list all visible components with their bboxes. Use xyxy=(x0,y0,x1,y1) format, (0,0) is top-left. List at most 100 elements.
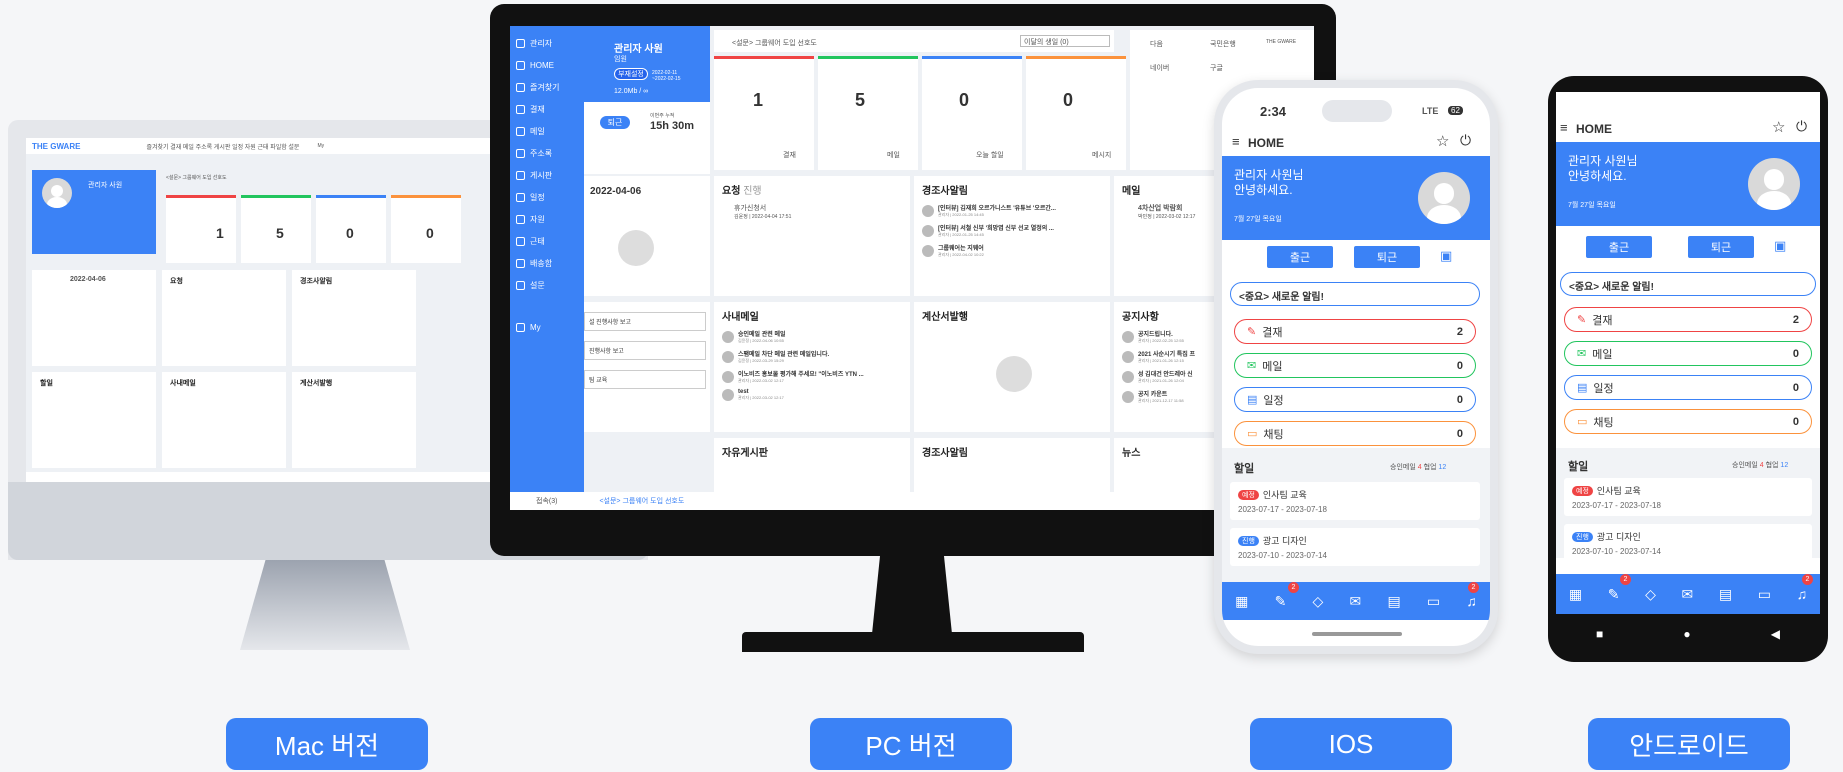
android-task-card[interactable]: 예정 인사팀 교육 2023-07-17 - 2023-07-18 xyxy=(1564,478,1812,516)
todo-item[interactable]: 팀 교육 xyxy=(584,370,706,389)
mac-menu[interactable]: 즐겨찾기 결재 메일 주소록 게시판 일정 자원 근태 파일함 설문 xyxy=(146,142,299,151)
android-item-text: 일정 xyxy=(1593,382,1614,395)
android-checkout-button[interactable]: 퇴근 xyxy=(1688,236,1754,258)
android-item-0[interactable]: ✎ 결재 2 xyxy=(1564,307,1812,332)
android-home-icon[interactable]: ● xyxy=(1683,627,1690,641)
pc-request-item[interactable]: 휴가신청서 xyxy=(734,203,910,213)
pc-status-button[interactable]: 부재설정 xyxy=(614,68,648,80)
ios-calendar-icon[interactable]: ▣ xyxy=(1440,248,1452,264)
list-item-title: 승인메일 관련 메일 xyxy=(738,332,786,338)
ios-item-0[interactable]: ✎ 결재 2 xyxy=(1234,319,1476,344)
sidebar-item-3[interactable]: 결재 xyxy=(510,98,584,120)
ios-nav-mail-icon[interactable]: ✉ xyxy=(1350,593,1362,610)
android-menu-icon[interactable]: ≡ xyxy=(1560,120,1568,135)
ios-menu-icon[interactable]: ≡ xyxy=(1232,134,1240,149)
android-nav-calendar-icon[interactable]: ▤ xyxy=(1719,586,1732,603)
android-item-3[interactable]: ▭ 채팅 0 xyxy=(1564,409,1812,434)
sidebar-item-6[interactable]: 게시판 xyxy=(510,164,584,186)
android-item-1[interactable]: ✉ 메일 0 xyxy=(1564,341,1812,366)
sidebar-item-8[interactable]: 자원 xyxy=(510,208,584,230)
ios-item-3[interactable]: ▭ 채팅 0 xyxy=(1234,421,1476,446)
pc-work-button[interactable]: 퇴근 xyxy=(600,116,630,129)
ios-nav-chat-icon[interactable]: ▭ xyxy=(1427,593,1440,610)
pc-link-naver[interactable]: 네이버 xyxy=(1150,63,1169,73)
ios-star-icon[interactable]: ☆ xyxy=(1436,132,1449,150)
list-item[interactable]: [인터뷰] 김재희 오르가니스트 '유튜브 '오르간... 관리자 | 2022-… xyxy=(922,203,1102,218)
android-nav-bell-icon[interactable]: ♫ xyxy=(1797,586,1808,602)
list-item[interactable]: 그룹웨어는 지웨어 관리자 | 2022-04-02 10:22 xyxy=(922,243,1102,258)
ios-notice-bar[interactable]: <중요> 새로운 알림! xyxy=(1230,282,1480,306)
ios-item-2[interactable]: ▤ 일정 0 xyxy=(1234,387,1476,412)
ios-version-button[interactable]: IOS xyxy=(1250,718,1452,770)
list-item[interactable]: 승인메일 관련 메일 김윤정 | 2022-04-06 10:55 xyxy=(722,329,902,344)
android-task-card[interactable]: 진행 광고 디자인 2023-07-10 - 2023-07-14 xyxy=(1564,524,1812,562)
android-checkin-button[interactable]: 출근 xyxy=(1586,236,1652,258)
sidebar-item-11[interactable]: 설문 xyxy=(510,274,584,296)
mac-invoice-title: 계산서발행 xyxy=(300,380,333,387)
mac-my[interactable]: My xyxy=(317,143,324,149)
pc-tab-progress[interactable]: 진행 xyxy=(743,186,761,197)
pc-count-approval[interactable] xyxy=(714,56,814,170)
ios-task-card[interactable]: 진행 광고 디자인 2023-07-10 - 2023-07-14 xyxy=(1230,528,1480,566)
android-recent-icon[interactable]: ■ xyxy=(1596,627,1603,641)
list-item[interactable]: 스팸메일 차단 메일 관련 메일입니다. 김윤정 | 2022-03-29 15:… xyxy=(722,349,902,364)
ios-nav-approval-icon[interactable]: ✎ xyxy=(1275,593,1287,610)
sidebar-item-2[interactable]: 즐겨찾기 xyxy=(510,76,584,98)
sidebar-item-12[interactable]: My xyxy=(510,316,584,338)
ios-nav-home-icon[interactable]: ▦ xyxy=(1235,593,1248,610)
todo-item[interactable]: 설 진행사항 보고 xyxy=(584,312,706,331)
pc-link-google[interactable]: 구글 xyxy=(1210,63,1223,73)
mac-notice[interactable]: <설문> 그룹웨어 도입 선호도 xyxy=(166,174,227,181)
ios-task-card[interactable]: 예정 인사팀 교육 2023-07-17 - 2023-07-18 xyxy=(1230,482,1480,520)
ios-item-1[interactable]: ✉ 메일 0 xyxy=(1234,353,1476,378)
pc-footer-notice[interactable]: <설문> 그룹웨어 도입 선호도 xyxy=(599,496,684,506)
android-nav-mail-icon[interactable]: ✉ xyxy=(1681,586,1693,603)
android-item-2[interactable]: ▤ 일정 0 xyxy=(1564,375,1812,400)
android-nav-chat-icon[interactable]: ▭ xyxy=(1758,586,1771,603)
mac-brand[interactable]: THE GWARE xyxy=(32,142,80,151)
android-notice-bar[interactable]: <중요> 새로운 알림! xyxy=(1560,272,1816,296)
sidebar-item-7[interactable]: 일정 xyxy=(510,186,584,208)
pc-count-mail[interactable] xyxy=(818,56,918,170)
pc-link-daum[interactable]: 다음 xyxy=(1150,39,1163,49)
list-item[interactable]: test 관리자 | 2022-03-02 12:17 xyxy=(722,389,902,401)
sidebar-item-1[interactable]: HOME xyxy=(510,54,584,76)
pc-footer-status[interactable]: 접속(3) xyxy=(536,496,557,506)
ios-power-icon[interactable]: ⏻ xyxy=(1460,132,1471,149)
android-date: 7월 27일 목요일 xyxy=(1568,202,1616,209)
sidebar-item-0[interactable]: 관리자 xyxy=(510,32,584,54)
android-back-icon[interactable]: ◀ xyxy=(1771,627,1780,641)
todo-item[interactable]: 진행사항 보고 xyxy=(584,341,706,360)
android-version-button[interactable]: 안드로이드 xyxy=(1588,718,1790,770)
list-item-meta: 관리자 | 2021-01-26 12:04 xyxy=(1138,378,1184,383)
mac-request-title[interactable]: 요청 xyxy=(170,276,278,286)
pc-dropdown[interactable]: 이달의 생일 (0) xyxy=(1020,35,1110,47)
mac-count-approval[interactable] xyxy=(166,195,236,263)
pc-link-gware[interactable]: THE GWARE xyxy=(1266,39,1296,45)
pc-tab-request[interactable]: 요청 xyxy=(722,186,740,197)
android-calendar-icon[interactable]: ▣ xyxy=(1774,238,1786,254)
sidebar-item-10[interactable]: 배송함 xyxy=(510,252,584,274)
sidebar-item-4[interactable]: 메일 xyxy=(510,120,584,142)
mac-version-button[interactable]: Mac 버전 xyxy=(226,718,428,770)
pc-version-button[interactable]: PC 버전 xyxy=(810,718,1012,770)
sidebar-item-5[interactable]: 주소록 xyxy=(510,142,584,164)
ios-checkout-button[interactable]: 퇴근 xyxy=(1354,246,1420,268)
pc-link-kb[interactable]: 국민은행 xyxy=(1210,39,1236,49)
android-nav-approval-icon[interactable]: ✎ xyxy=(1608,586,1620,603)
pc-count-1: 1 xyxy=(753,90,764,110)
pc-count-todo[interactable] xyxy=(922,56,1022,170)
android-star-icon[interactable]: ☆ xyxy=(1772,118,1785,136)
pc-notice[interactable]: <설문> 그룹웨어 도입 선호도 xyxy=(732,38,817,48)
android-nav-box-icon[interactable]: ◇ xyxy=(1645,586,1656,603)
list-item[interactable]: 이노비즈 홍보물 평가해 주세요! "이노비즈 YTN ... 관리자 | 202… xyxy=(722,369,902,384)
ios-nav-box-icon[interactable]: ◇ xyxy=(1313,593,1324,610)
sidebar-item-9[interactable]: 근태 xyxy=(510,230,584,252)
android-power-icon[interactable]: ⏻ xyxy=(1796,118,1807,135)
android-greeting: 관리자 사원님 안녕하세요. xyxy=(1568,154,1638,183)
list-item[interactable]: [인터뷰] 서철 신부 '희망엽 신부 선교 열정의 ... 관리자 | 2022… xyxy=(922,223,1102,238)
ios-nav-bell-icon[interactable]: ♫ xyxy=(1466,593,1477,609)
ios-checkin-button[interactable]: 출근 xyxy=(1267,246,1333,268)
ios-nav-calendar-icon[interactable]: ▤ xyxy=(1387,593,1400,610)
android-nav-home-icon[interactable]: ▦ xyxy=(1569,586,1582,603)
